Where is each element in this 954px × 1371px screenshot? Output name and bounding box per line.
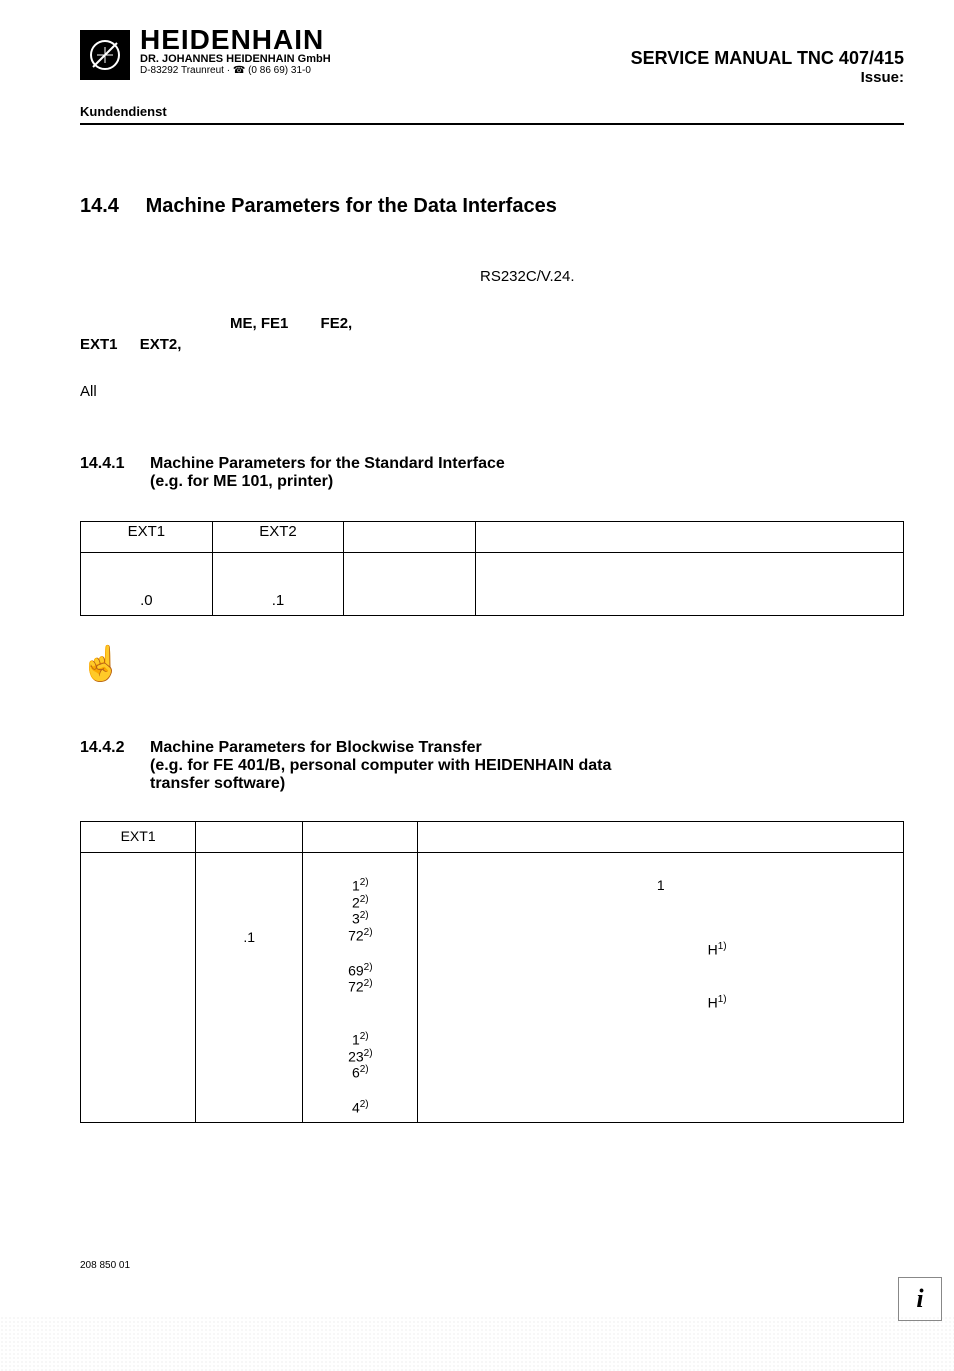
- brand-name: HEIDENHAIN: [140, 24, 331, 56]
- section-number: 14.4: [80, 195, 140, 218]
- all-label: All: [80, 383, 904, 400]
- t1-cell-blank1: [344, 553, 476, 616]
- subsection-title-line2: (e.g. for ME 101, printer): [150, 473, 505, 491]
- issue-label: Issue:: [631, 69, 904, 86]
- t2-header-blank1: [196, 822, 303, 853]
- subsection2-title-line3: transfer software): [150, 775, 611, 793]
- footer-code: 208 850 01: [80, 1260, 130, 1271]
- phone-icon: ☎: [233, 65, 245, 76]
- subsection-title-line1: Machine Parameters for the Standard Inte…: [150, 455, 505, 473]
- rs232-label: RS232C/V.24.: [480, 268, 904, 285]
- mode-ext1: EXT1: [80, 336, 118, 353]
- logo-block: HEIDENHAIN DR. JOHANNES HEIDENHAIN GmbH …: [80, 30, 331, 80]
- mode-me-fe1: ME, FE1: [230, 315, 288, 332]
- subsection2-title-line1: Machine Parameters for Blockwise Transfe…: [150, 739, 611, 757]
- section-heading: 14.4 Machine Parameters for the Data Int…: [80, 195, 904, 218]
- t1-header-blank2: [476, 522, 904, 553]
- mode-fe2: FE2,: [321, 315, 353, 332]
- t2-header-blank2: [303, 822, 418, 853]
- subsection-number: 14.4.1: [80, 455, 150, 491]
- t2-col3: 12) 22) 32) 722) 692) 722) 12) 232) 62) …: [303, 853, 418, 1123]
- t2-col2: .1: [196, 853, 303, 1123]
- scan-noise: [0, 1316, 954, 1371]
- subsection2-title-line2: (e.g. for FE 401/B, personal computer wi…: [150, 757, 611, 775]
- subsection2-number: 14.4.2: [80, 739, 150, 793]
- t2-header-ext1: EXT1: [81, 822, 196, 853]
- t1-header-blank1: [344, 522, 476, 553]
- header-divider: [80, 123, 904, 125]
- subsection-14-4-1: 14.4.1 Machine Parameters for the Standa…: [80, 455, 904, 491]
- t1-cell-blank2: [476, 553, 904, 616]
- t1-cell-1: .1: [212, 553, 344, 616]
- subsection-14-4-2: 14.4.2 Machine Parameters for Blockwise …: [80, 739, 904, 793]
- manual-title-block: SERVICE MANUAL TNC 407/415 Issue:: [631, 48, 904, 86]
- t1-header-ext2: EXT2: [212, 522, 344, 553]
- t2-col4: 1 H1) H1): [418, 853, 904, 1123]
- table-standard-interface: EXT1 EXT2 .0 .1: [80, 521, 904, 616]
- table-blockwise-transfer: EXT1 .1 12) 22) 32) 722) 692) 722): [80, 821, 904, 1123]
- brand-address: D-83292 Traunreut · ☎ (0 86 69) 31-0: [140, 65, 331, 76]
- kundendienst-label: Kundendienst: [80, 104, 904, 119]
- modes-block: ME, FE1 FE2, EXT1 EXT2,: [80, 315, 904, 353]
- t1-header-ext1: EXT1: [81, 522, 213, 553]
- info-icon: i: [898, 1277, 942, 1321]
- heidenhain-logo-icon: [80, 30, 130, 80]
- t2-col1: [81, 853, 196, 1123]
- manual-title: SERVICE MANUAL TNC 407/415: [631, 48, 904, 69]
- t2-header-blank3: [418, 822, 904, 853]
- section-title: Machine Parameters for the Data Interfac…: [146, 195, 557, 217]
- page-header: HEIDENHAIN DR. JOHANNES HEIDENHAIN GmbH …: [80, 30, 904, 86]
- brand-subsidiary: DR. JOHANNES HEIDENHAIN GmbH: [140, 53, 331, 65]
- mode-ext2: EXT2,: [140, 336, 182, 353]
- t1-cell-0: .0: [81, 553, 213, 616]
- pointing-hand-icon: ☝: [80, 644, 904, 684]
